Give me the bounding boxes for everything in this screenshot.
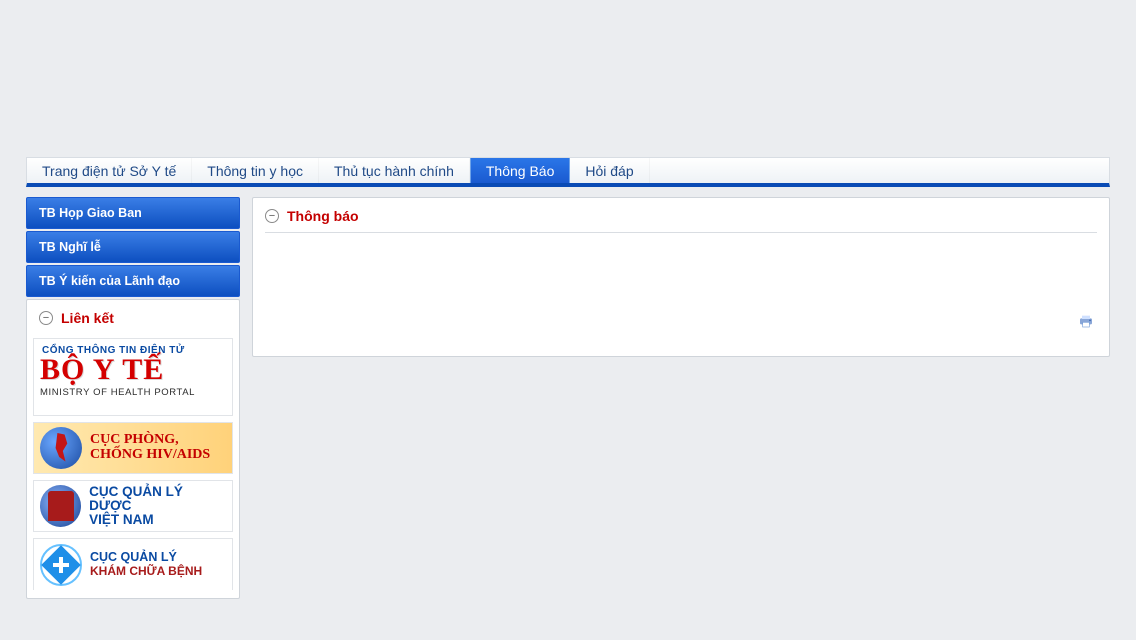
nav-medical-info[interactable]: Thông tin y học — [192, 158, 319, 183]
sidebar-menu: TB Họp Giao Ban TB Nghĩ lễ TB Ý kiến của… — [26, 197, 240, 297]
nav-faq[interactable]: Hỏi đáp — [570, 158, 649, 183]
badge-icon — [40, 485, 81, 527]
main-panel-title: Thông báo — [287, 208, 359, 224]
badge-icon — [40, 427, 82, 469]
vietnam-map-icon — [52, 433, 70, 463]
sidebar-item-leadership[interactable]: TB Ý kiến của Lãnh đạo — [26, 265, 240, 297]
medical-cross-icon — [41, 545, 81, 585]
sidebar-item-holiday[interactable]: TB Nghĩ lễ — [26, 231, 240, 263]
page-wrapper: Trang điện tử Sở Y tế Thông tin y học Th… — [26, 0, 1110, 599]
collapse-icon[interactable]: − — [39, 311, 53, 325]
banner-drug-text: CỤC QUẢN LÝ DƯỢC VIỆT NAM — [89, 485, 226, 528]
banner-moh-sub: MINISTRY OF HEALTH PORTAL — [40, 385, 226, 398]
sidebar: TB Họp Giao Ban TB Nghĩ lễ TB Ý kiến của… — [26, 197, 240, 599]
collapse-icon[interactable]: − — [265, 209, 279, 223]
banner-hiv-aids[interactable]: CỤC PHÒNG, CHỐNG HIV/AIDS — [33, 422, 233, 474]
shield-icon — [48, 491, 74, 521]
banner-medical-exam[interactable]: CỤC QUẢN LÝ KHÁM CHỮA BỆNH — [33, 538, 233, 590]
top-nav: Trang điện tử Sở Y tế Thông tin y học Th… — [26, 157, 1110, 187]
links-banners: CỔNG THÔNG TIN ĐIỆN TỬ BỘ Y TẾ MINISTRY … — [27, 334, 239, 598]
links-panel-header: − Liên kết — [27, 300, 239, 334]
sidebar-item-meeting[interactable]: TB Họp Giao Ban — [26, 197, 240, 229]
print-icon[interactable] — [1077, 313, 1095, 329]
banner-moh-title: BỘ Y TẾ — [40, 356, 226, 385]
links-panel-title: Liên kết — [61, 310, 114, 326]
main-panel-header: − Thông báo — [253, 198, 1109, 232]
nav-notifications[interactable]: Thông Báo — [470, 158, 571, 183]
content-area: TB Họp Giao Ban TB Nghĩ lễ TB Ý kiến của… — [26, 197, 1110, 599]
banner-drug-admin[interactable]: CỤC QUẢN LÝ DƯỢC VIỆT NAM — [33, 480, 233, 532]
banner-hiv-text: CỤC PHÒNG, CHỐNG HIV/AIDS — [90, 433, 210, 462]
divider — [265, 232, 1097, 233]
nav-home[interactable]: Trang điện tử Sở Y tế — [27, 158, 192, 183]
badge-icon — [40, 544, 82, 586]
nav-procedures[interactable]: Thủ tục hành chính — [319, 158, 470, 183]
main-panel-body — [253, 243, 1109, 333]
links-panel: − Liên kết CỔNG THÔNG TIN ĐIỆN TỬ BỘ Y T… — [26, 299, 240, 599]
banner-kcb-text: CỤC QUẢN LÝ KHÁM CHỮA BỆNH — [90, 551, 202, 579]
main-panel: − Thông báo — [252, 197, 1110, 357]
banner-moh-portal[interactable]: CỔNG THÔNG TIN ĐIỆN TỬ BỘ Y TẾ MINISTRY … — [33, 338, 233, 416]
